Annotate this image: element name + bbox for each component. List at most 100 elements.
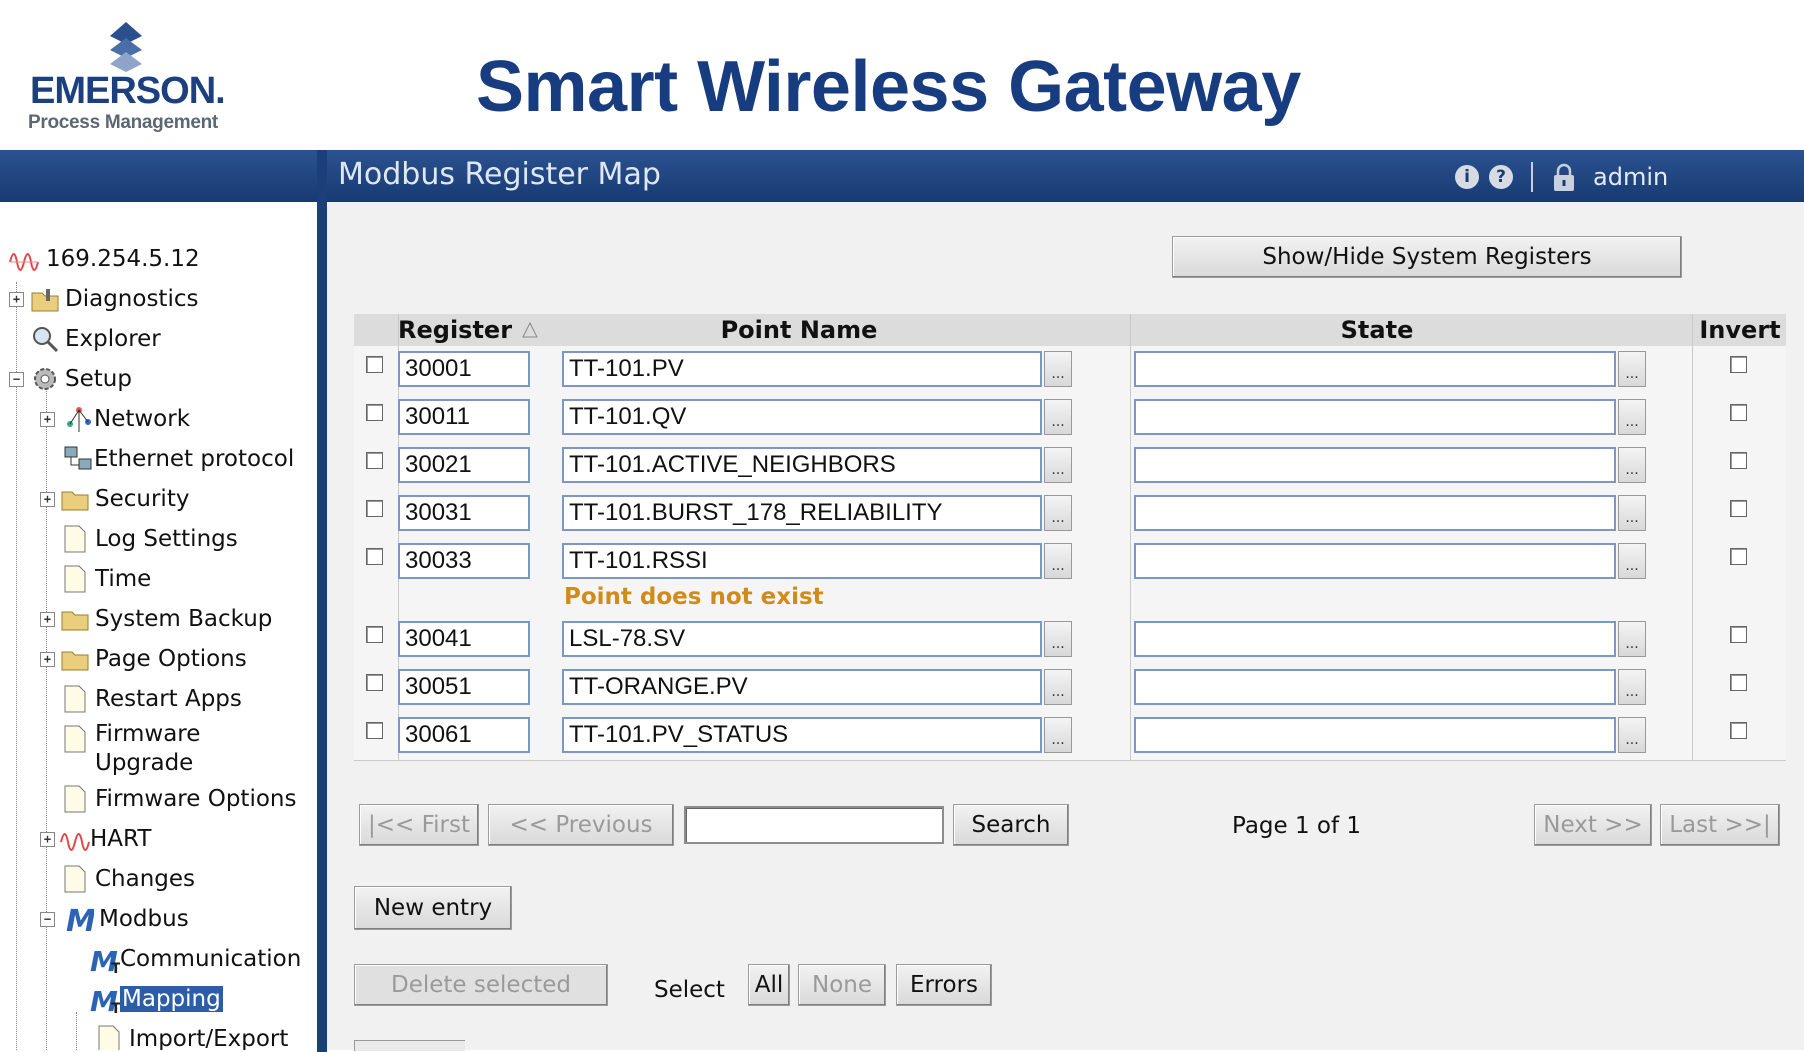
point-name-field[interactable]: TT-101.ACTIVE_NEIGHBORS [562, 447, 1042, 483]
tree-item-communication[interactable]: M T Communication [90, 942, 301, 976]
row-select-checkbox[interactable] [366, 356, 383, 373]
state-field[interactable] [1134, 669, 1616, 705]
lock-icon[interactable] [1551, 162, 1577, 192]
browse-point-button[interactable]: ... [1044, 621, 1072, 657]
point-name-field[interactable]: TT-101.PV_STATUS [562, 717, 1042, 753]
tree-item-security[interactable]: + Security [40, 482, 189, 516]
row-select-checkbox[interactable] [366, 452, 383, 469]
point-name-field[interactable]: TT-101.RSSI [562, 543, 1042, 579]
info-icon[interactable]: i [1455, 165, 1479, 189]
register-field[interactable]: 30001 [398, 351, 530, 387]
last-page-button[interactable]: Last >>| [1660, 804, 1780, 846]
tree-item-setup[interactable]: − Setup [9, 362, 132, 396]
row-select-checkbox[interactable] [366, 548, 383, 565]
register-field[interactable]: 30011 [398, 399, 530, 435]
collapse-icon[interactable]: − [9, 372, 24, 387]
row-select-checkbox[interactable] [366, 722, 383, 739]
invert-checkbox[interactable] [1730, 548, 1747, 565]
select-errors-button[interactable]: Errors [896, 964, 992, 1006]
register-field[interactable]: 30031 [398, 495, 530, 531]
show-hide-system-registers-button[interactable]: Show/Hide System Registers [1172, 236, 1682, 278]
browse-state-button[interactable]: ... [1618, 495, 1646, 531]
search-input[interactable] [684, 806, 944, 844]
tree-item-modbus[interactable]: − M Modbus [40, 902, 189, 936]
register-field[interactable]: 30061 [398, 717, 530, 753]
search-button[interactable]: Search [953, 804, 1069, 846]
browse-point-button[interactable]: ... [1044, 669, 1072, 705]
invert-checkbox[interactable] [1730, 626, 1747, 643]
tree-item-page-options[interactable]: + Page Options [40, 642, 247, 676]
state-field[interactable] [1134, 621, 1616, 657]
column-header-invert[interactable]: Invert [1694, 314, 1786, 346]
tree-item-time[interactable]: Time [60, 562, 151, 596]
invert-checkbox[interactable] [1730, 404, 1747, 421]
browse-state-button[interactable]: ... [1618, 543, 1646, 579]
tree-item-mapping[interactable]: M T Mapping [90, 982, 223, 1016]
browse-state-button[interactable]: ... [1618, 669, 1646, 705]
point-name-field[interactable]: TT-101.QV [562, 399, 1042, 435]
browse-point-button[interactable]: ... [1044, 717, 1072, 753]
collapse-icon[interactable]: − [40, 912, 55, 927]
browse-point-button[interactable]: ... [1044, 351, 1072, 387]
register-field[interactable]: 30021 [398, 447, 530, 483]
invert-checkbox[interactable] [1730, 722, 1747, 739]
expand-icon[interactable]: + [40, 492, 55, 507]
tree-root-ip[interactable]: 169.254.5.12 [6, 242, 200, 276]
invert-checkbox[interactable] [1730, 356, 1747, 373]
point-name-field[interactable]: TT-101.BURST_178_RELIABILITY [562, 495, 1042, 531]
next-page-button[interactable]: Next >> [1534, 804, 1652, 846]
state-field[interactable] [1134, 495, 1616, 531]
user-name[interactable]: admin [1593, 163, 1668, 191]
state-field[interactable] [1134, 399, 1616, 435]
previous-page-button[interactable]: << Previous [488, 804, 674, 846]
tree-item-system-backup[interactable]: + System Backup [40, 602, 272, 636]
expand-icon[interactable]: + [40, 652, 55, 667]
tree-item-hart[interactable]: + HART [40, 822, 151, 856]
expand-icon[interactable]: + [9, 292, 24, 307]
point-name-field[interactable]: LSL-78.SV [562, 621, 1042, 657]
browse-point-button[interactable]: ... [1044, 399, 1072, 435]
delete-selected-button[interactable]: Delete selected [354, 964, 608, 1006]
tree-item-log-settings[interactable]: Log Settings [60, 522, 238, 556]
state-field[interactable] [1134, 543, 1616, 579]
state-field[interactable] [1134, 447, 1616, 483]
select-none-button[interactable]: None [798, 964, 886, 1006]
row-select-checkbox[interactable] [366, 404, 383, 421]
tree-item-import-export[interactable]: Import/Export [94, 1022, 288, 1050]
browse-state-button[interactable]: ... [1618, 447, 1646, 483]
invert-checkbox[interactable] [1730, 500, 1747, 517]
sort-ascending-icon[interactable] [522, 322, 538, 338]
point-name-field[interactable]: TT-101.PV [562, 351, 1042, 387]
row-select-checkbox[interactable] [366, 674, 383, 691]
tree-item-changes[interactable]: Changes [60, 862, 195, 896]
expand-icon[interactable]: + [40, 832, 55, 847]
expand-icon[interactable]: + [40, 412, 55, 427]
register-field[interactable]: 30033 [398, 543, 530, 579]
column-header-point-name[interactable]: Point Name [554, 314, 1044, 346]
invert-checkbox[interactable] [1730, 452, 1747, 469]
invert-checkbox[interactable] [1730, 674, 1747, 691]
browse-state-button[interactable]: ... [1618, 351, 1646, 387]
browse-point-button[interactable]: ... [1044, 543, 1072, 579]
browse-state-button[interactable]: ... [1618, 399, 1646, 435]
browse-state-button[interactable]: ... [1618, 717, 1646, 753]
select-all-button[interactable]: All [748, 964, 790, 1006]
column-header-state[interactable]: State [1132, 314, 1622, 346]
help-icon[interactable]: ? [1489, 165, 1513, 189]
tree-item-firmware-options[interactable]: Firmware Options [60, 782, 296, 816]
expand-icon[interactable]: + [40, 612, 55, 627]
tree-item-explorer[interactable]: Explorer [30, 322, 161, 356]
browse-point-button[interactable]: ... [1044, 495, 1072, 531]
row-select-checkbox[interactable] [366, 500, 383, 517]
register-field[interactable]: 30051 [398, 669, 530, 705]
column-header-register[interactable]: Register [398, 314, 538, 346]
register-field[interactable]: 30041 [398, 621, 530, 657]
state-field[interactable] [1134, 351, 1616, 387]
tree-item-network[interactable]: + Network [40, 402, 190, 436]
browse-point-button[interactable]: ... [1044, 447, 1072, 483]
tree-item-firmware-upgrade[interactable]: Firmware Upgrade [60, 720, 200, 780]
browse-state-button[interactable]: ... [1618, 621, 1646, 657]
state-field[interactable] [1134, 717, 1616, 753]
new-entry-button[interactable]: New entry [354, 886, 512, 930]
tree-item-diagnostics[interactable]: + Diagnostics [9, 282, 198, 316]
